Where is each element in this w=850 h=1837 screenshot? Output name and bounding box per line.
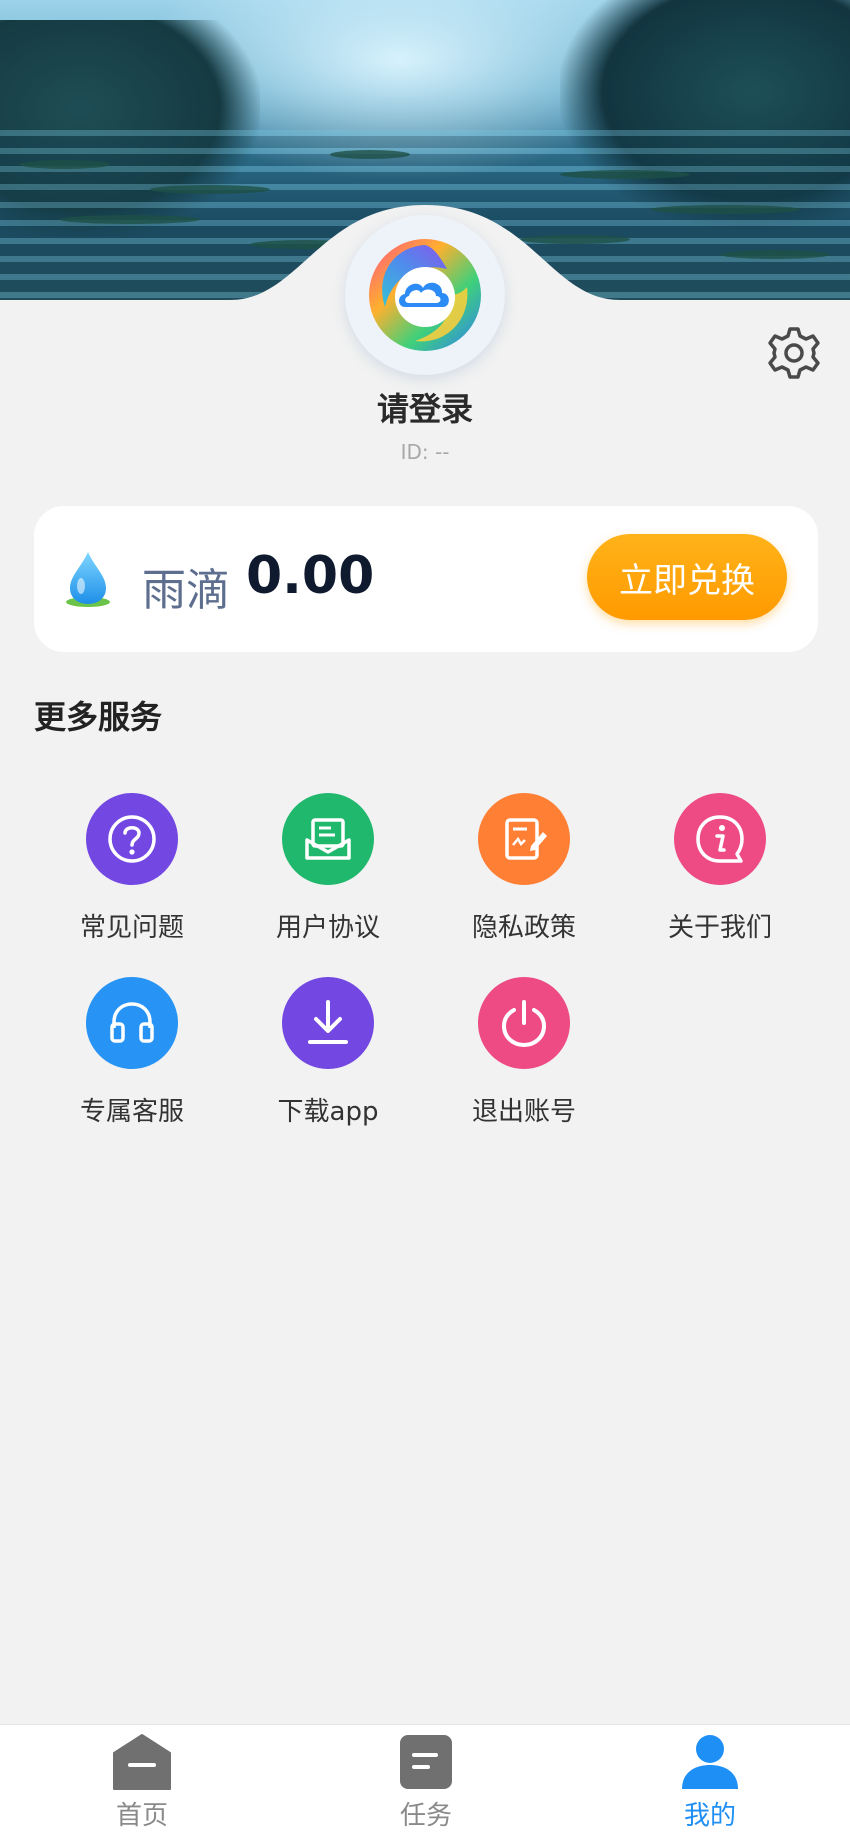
tab-label: 我的: [683, 1801, 736, 1831]
service-logout[interactable]: 退出账号: [444, 977, 604, 1128]
tab-tasks[interactable]: 任务: [356, 1725, 496, 1837]
lily-pad: [20, 160, 110, 169]
app-logo-icon: [369, 239, 481, 351]
service-label: 退出账号: [471, 1097, 576, 1127]
currency-label: 雨滴: [142, 565, 230, 616]
service-label: 常见问题: [79, 913, 184, 943]
lily-pad: [150, 185, 270, 194]
service-download-app[interactable]: 下载app: [248, 977, 408, 1128]
tab-mine[interactable]: 我的: [640, 1725, 780, 1837]
settings-gear-icon[interactable]: [766, 325, 822, 381]
section-title: 更多服务: [34, 698, 163, 736]
task-icon: [400, 1735, 452, 1789]
service-about-us[interactable]: 关于我们: [640, 793, 800, 944]
home-icon: [113, 1734, 171, 1790]
tab-label: 任务: [399, 1801, 452, 1831]
service-faq[interactable]: 常见问题: [52, 793, 212, 944]
user-id: ID: --: [400, 440, 450, 464]
service-label: 用户协议: [275, 913, 380, 943]
balance-value: 0.00: [246, 546, 375, 606]
lily-pad: [330, 150, 410, 159]
service-privacy-policy[interactable]: 隐私政策: [444, 793, 604, 944]
agreement-icon: [282, 793, 374, 885]
service-label: 专属客服: [79, 1097, 184, 1127]
service-label: 隐私政策: [471, 913, 576, 943]
water-drop-icon: [66, 552, 110, 607]
headset-icon: [86, 977, 178, 1069]
service-label: 关于我们: [667, 913, 772, 943]
user-icon: [682, 1735, 738, 1789]
tab-home[interactable]: 首页: [72, 1725, 212, 1837]
exchange-button[interactable]: 立即兑换: [587, 534, 787, 620]
privacy-policy-icon: [478, 793, 570, 885]
power-icon: [478, 977, 570, 1069]
download-icon: [282, 977, 374, 1069]
info-icon: [674, 793, 766, 885]
lily-pad: [560, 170, 690, 179]
avatar[interactable]: [345, 215, 505, 375]
question-icon: [86, 793, 178, 885]
bottom-tab-bar: 首页 任务 我的: [0, 1724, 850, 1837]
service-user-agreement[interactable]: 用户协议: [248, 793, 408, 944]
wallet-card: 雨滴 0.00 立即兑换: [34, 506, 818, 652]
login-prompt[interactable]: 请登录: [0, 384, 850, 430]
service-customer-support[interactable]: 专属客服: [52, 977, 212, 1128]
tab-label: 首页: [115, 1801, 168, 1831]
service-label: 下载app: [277, 1097, 379, 1127]
